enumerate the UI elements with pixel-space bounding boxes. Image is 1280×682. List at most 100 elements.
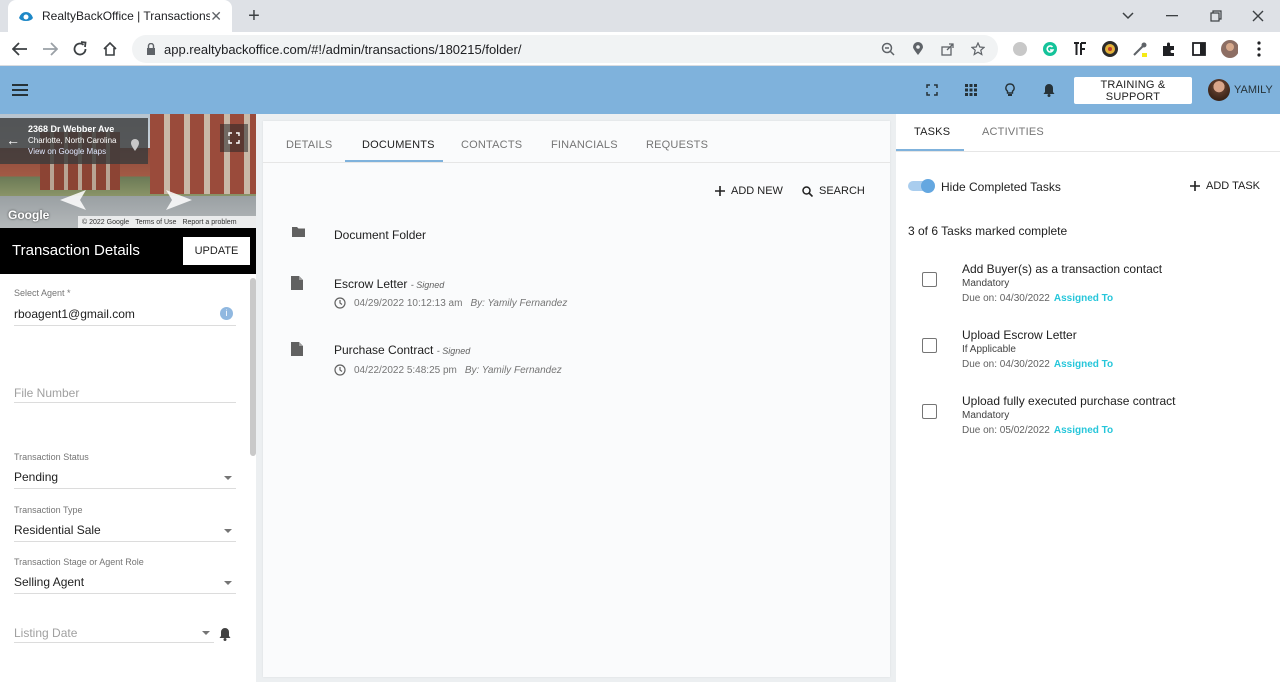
apps-grid-icon[interactable] [961, 80, 981, 100]
plus-icon [1190, 181, 1200, 191]
extension-grey-icon[interactable] [1011, 40, 1029, 58]
street-view-fullscreen-icon[interactable] [220, 124, 248, 152]
browser-menu-kebab-icon[interactable] [1250, 40, 1268, 58]
tab-tasks[interactable]: TASKS [914, 126, 950, 138]
hide-completed-toggle[interactable] [908, 179, 936, 193]
assigned-to-link[interactable]: Assigned To [1054, 293, 1113, 304]
task-checkbox[interactable] [922, 338, 937, 353]
tab-activities[interactable]: ACTIVITIES [982, 126, 1044, 138]
transaction-type-value[interactable]: Residential Sale [14, 523, 236, 539]
transaction-type-select[interactable]: Transaction Type Residential Sale [14, 505, 236, 542]
url-text[interactable]: app.realtybackoffice.com/#!/admin/transa… [164, 42, 521, 57]
chevron-down-icon[interactable] [224, 581, 232, 585]
extension-tf-icon[interactable] [1071, 40, 1089, 58]
extensions-puzzle-icon[interactable] [1160, 40, 1178, 58]
add-new-button[interactable]: ADD NEW [715, 185, 783, 197]
tab-details[interactable]: DETAILS [286, 139, 332, 151]
street-view-nav-arrows-icon[interactable] [56, 186, 196, 212]
add-task-button[interactable]: ADD TASK [1190, 180, 1260, 192]
file-number-field[interactable]: File Number [14, 386, 236, 403]
task-title: Upload fully executed purchase contract [962, 394, 1176, 408]
document-name[interactable]: Purchase Contract [334, 343, 433, 357]
chevron-down-icon[interactable] [202, 631, 210, 635]
task-checkbox[interactable] [922, 272, 937, 287]
browser-tab-bar: RealtyBackOffice | Transactions ✕ + [0, 0, 1280, 32]
user-avatar[interactable] [1208, 79, 1230, 101]
location-pin-icon[interactable] [908, 40, 928, 58]
task-type: If Applicable [962, 344, 1016, 355]
tab-close-icon[interactable]: ✕ [210, 8, 222, 25]
transaction-stage-underline [14, 593, 236, 594]
restore-icon[interactable] [1194, 0, 1238, 32]
terms-of-use-link[interactable]: Terms of Use [135, 219, 176, 226]
search-button[interactable]: SEARCH [802, 185, 865, 197]
notification-bell-icon[interactable] [1039, 80, 1059, 100]
clock-icon [334, 297, 346, 309]
bookmark-star-icon[interactable] [968, 40, 988, 58]
forward-arrow-icon[interactable] [38, 37, 62, 61]
listing-date-input[interactable]: Listing Date [14, 626, 214, 640]
transaction-status-value[interactable]: Pending [14, 470, 236, 486]
transaction-stage-value[interactable]: Selling Agent [14, 575, 236, 591]
document-folder-link[interactable]: Document Folder [334, 228, 426, 242]
reminder-bell-icon[interactable] [219, 627, 233, 641]
map-pin-icon [131, 139, 139, 151]
street-view-image[interactable]: ← 2368 Dr Webber Ave Charlotte, North Ca… [0, 114, 256, 228]
address-bar[interactable]: app.realtybackoffice.com/#!/admin/transa… [132, 35, 998, 63]
clock-icon [334, 364, 346, 376]
search-label: SEARCH [819, 185, 865, 197]
document-meta: 04/29/2022 10:12:13 am By: Yamily Fernan… [334, 297, 567, 309]
app-header: TRAINING & SUPPORT YAMILY [0, 66, 1280, 114]
document-item[interactable]: Escrow Letter - Signed [334, 277, 444, 291]
street-view-back-arrow-icon[interactable]: ← [6, 132, 20, 148]
transaction-status-underline [14, 488, 236, 489]
tab-financials[interactable]: FINANCIALS [551, 139, 618, 151]
transaction-stage-select[interactable]: Transaction Stage or Agent Role Selling … [14, 557, 236, 594]
transaction-status-select[interactable]: Transaction Status Pending [14, 452, 236, 489]
select-agent-field[interactable]: Select Agent * rboagent1@gmail.com [14, 288, 236, 326]
document-author: By: Yamily Fernandez [464, 364, 562, 376]
document-item[interactable]: Purchase Contract - Signed [334, 343, 470, 357]
tab-requests[interactable]: REQUESTS [646, 139, 708, 151]
profile-avatar-icon[interactable] [1220, 40, 1238, 58]
eyedropper-icon[interactable] [1131, 40, 1149, 58]
tab-search-chevron-icon[interactable] [1106, 0, 1150, 32]
user-name[interactable]: YAMILY [1234, 84, 1273, 96]
training-support-button[interactable]: TRAINING & SUPPORT [1074, 77, 1192, 104]
active-tab-indicator [345, 160, 443, 162]
report-problem-link[interactable]: Report a problem [182, 219, 236, 226]
hamburger-menu-icon[interactable] [12, 82, 28, 98]
zoom-icon[interactable] [878, 40, 898, 58]
document-name[interactable]: Escrow Letter [334, 277, 407, 291]
browser-tab[interactable]: RealtyBackOffice | Transactions ✕ [8, 0, 232, 32]
assigned-to-link[interactable]: Assigned To [1054, 425, 1113, 436]
share-icon[interactable] [938, 40, 958, 58]
lightbulb-icon[interactable] [1000, 80, 1020, 100]
close-window-icon[interactable] [1236, 0, 1280, 32]
chevron-down-icon[interactable] [224, 476, 232, 480]
task-title: Upload Escrow Letter [962, 328, 1077, 342]
file-number-input[interactable]: File Number [14, 386, 236, 400]
info-icon[interactable]: i [220, 307, 233, 320]
lock-icon[interactable] [144, 42, 158, 56]
task-checkbox[interactable] [922, 404, 937, 419]
side-panel-icon[interactable] [1190, 40, 1208, 58]
fullscreen-icon[interactable] [922, 80, 942, 100]
listing-date-field[interactable]: Listing Date [14, 626, 214, 643]
new-tab-plus-icon[interactable]: + [244, 4, 264, 28]
grammarly-icon[interactable] [1041, 40, 1059, 58]
back-arrow-icon[interactable] [8, 37, 32, 61]
tab-contacts[interactable]: CONTACTS [461, 139, 522, 151]
minimize-icon[interactable] [1150, 0, 1194, 32]
home-icon[interactable] [98, 37, 122, 61]
reload-icon[interactable] [68, 37, 92, 61]
extension-badge-icon[interactable] [1101, 40, 1119, 58]
transaction-type-label: Transaction Type [14, 505, 83, 515]
update-button[interactable]: UPDATE [183, 237, 250, 265]
search-icon [802, 185, 813, 197]
select-agent-value[interactable]: rboagent1@gmail.com [14, 307, 236, 323]
tab-documents[interactable]: DOCUMENTS [362, 139, 435, 151]
chevron-down-icon[interactable] [224, 529, 232, 533]
assigned-to-link[interactable]: Assigned To [1054, 359, 1113, 370]
left-panel-scrollbar[interactable] [250, 278, 256, 456]
